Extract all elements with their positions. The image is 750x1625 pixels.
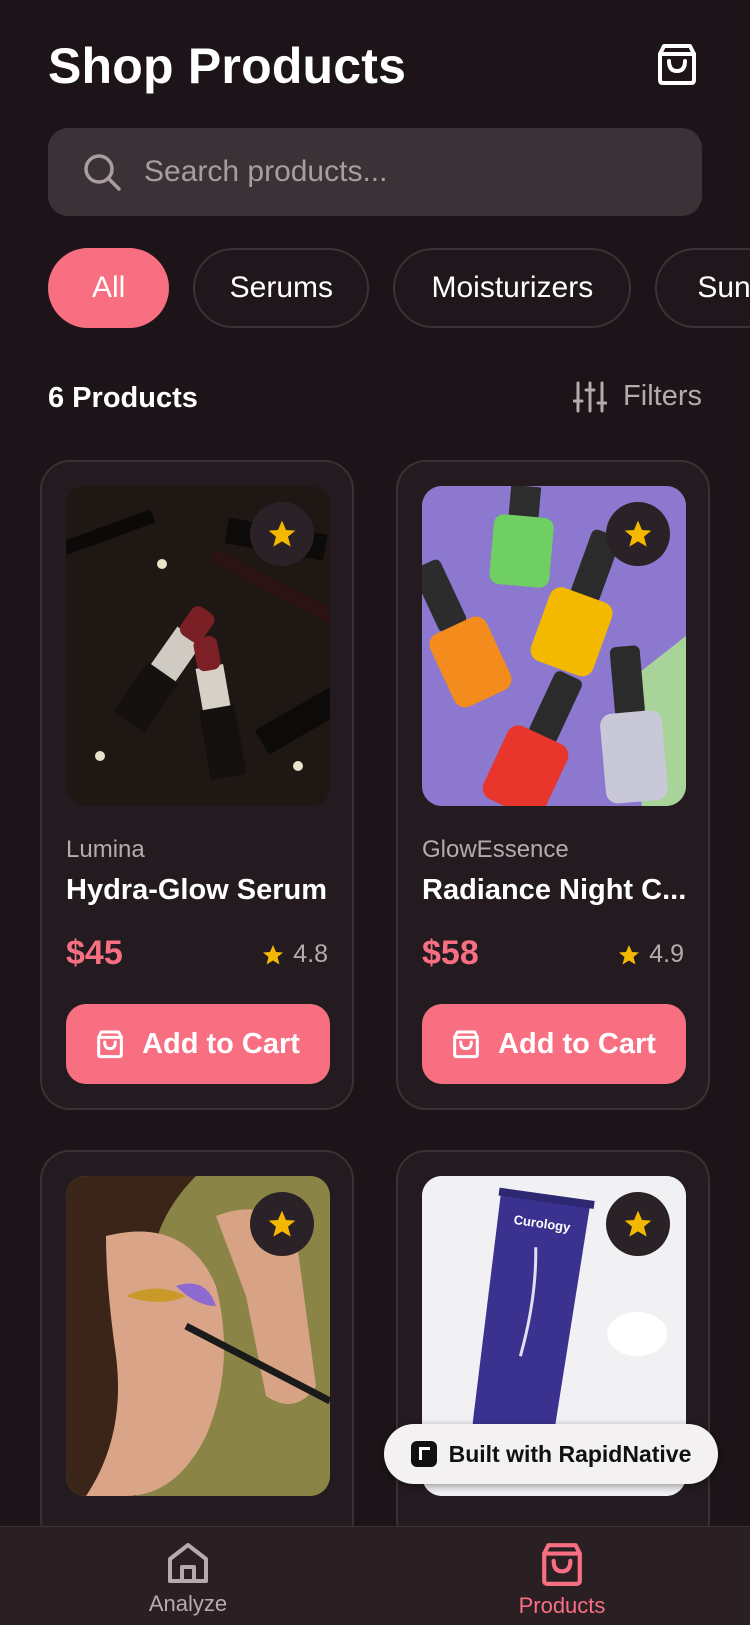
product-rating: 4.9 [617,940,684,969]
add-to-cart-label: Add to Cart [498,1027,656,1060]
rating-value: 4.9 [649,940,684,968]
chip-moisturizers[interactable]: Moisturizers [393,248,632,328]
star-icon [624,520,652,547]
product-name: Hydra-Glow Serum [66,874,328,906]
tab-label: Products [518,1593,606,1618]
product-rating: 4.8 [261,940,328,969]
favorite-button[interactable] [606,502,670,566]
shopping-bag-icon [542,1543,582,1586]
product-name: Radiance Night C... [422,874,687,906]
filters-button[interactable]: Filters [573,380,702,413]
product-count: 6 Products [48,382,198,414]
header: Shop Products [48,36,702,96]
home-icon [168,1543,208,1583]
star-icon [624,1210,652,1237]
chip-all[interactable]: All [48,248,170,328]
product-price: $58 [422,934,479,972]
shopping-bag-icon [97,1030,123,1059]
tab-products[interactable]: Products [462,1541,662,1619]
chip-sun[interactable]: Sun [655,248,750,328]
product-brand: GlowEssence [422,836,569,863]
favorite-button[interactable] [250,1192,314,1256]
tab-analyze[interactable]: Analyze [88,1541,288,1617]
product-price: $45 [66,934,123,972]
category-chips: All Serums Moisturizers Sun [48,248,750,332]
product-card[interactable]: GlowEssence Radiance Night C... $58 4.9 … [396,460,710,1110]
product-image-lipsticks [66,486,330,806]
product-image-nail-lacquer [422,486,686,806]
shopping-bag-icon [453,1030,479,1059]
tab-label: Analyze [148,1591,228,1616]
search-bar[interactable] [48,128,702,216]
star-icon [263,944,284,964]
rating-value: 4.8 [293,940,328,968]
product-card[interactable]: Curology [396,1150,710,1550]
search-icon [84,154,121,191]
cart-button[interactable] [652,38,702,90]
star-icon [268,520,296,547]
bottom-tab-bar: Analyze Products [0,1526,750,1625]
favorite-button[interactable] [606,1192,670,1256]
shopping-bag-icon [658,44,696,85]
add-to-cart-label: Add to Cart [142,1027,300,1060]
sliders-icon [573,381,608,412]
star-icon [619,944,640,964]
product-card[interactable]: Lumina Hydra-Glow Serum $45 4.8 Add to C… [40,460,354,1110]
add-to-cart-button[interactable]: Add to Cart [66,1004,330,1084]
filters-label: Filters [623,380,702,412]
favorite-button[interactable] [250,502,314,566]
product-card[interactable] [40,1150,354,1550]
page-title: Shop Products [48,38,407,94]
product-image-eyeshadow [66,1176,330,1496]
built-with-badge[interactable]: Built with RapidNative [384,1424,718,1484]
search-input[interactable] [142,154,666,190]
chip-serums[interactable]: Serums [193,248,370,328]
add-to-cart-button[interactable]: Add to Cart [422,1004,686,1084]
rapidnative-logo-icon [410,1441,437,1467]
badge-label: Built with RapidNative [448,1440,692,1467]
star-icon [268,1210,296,1237]
product-brand: Lumina [66,836,145,863]
